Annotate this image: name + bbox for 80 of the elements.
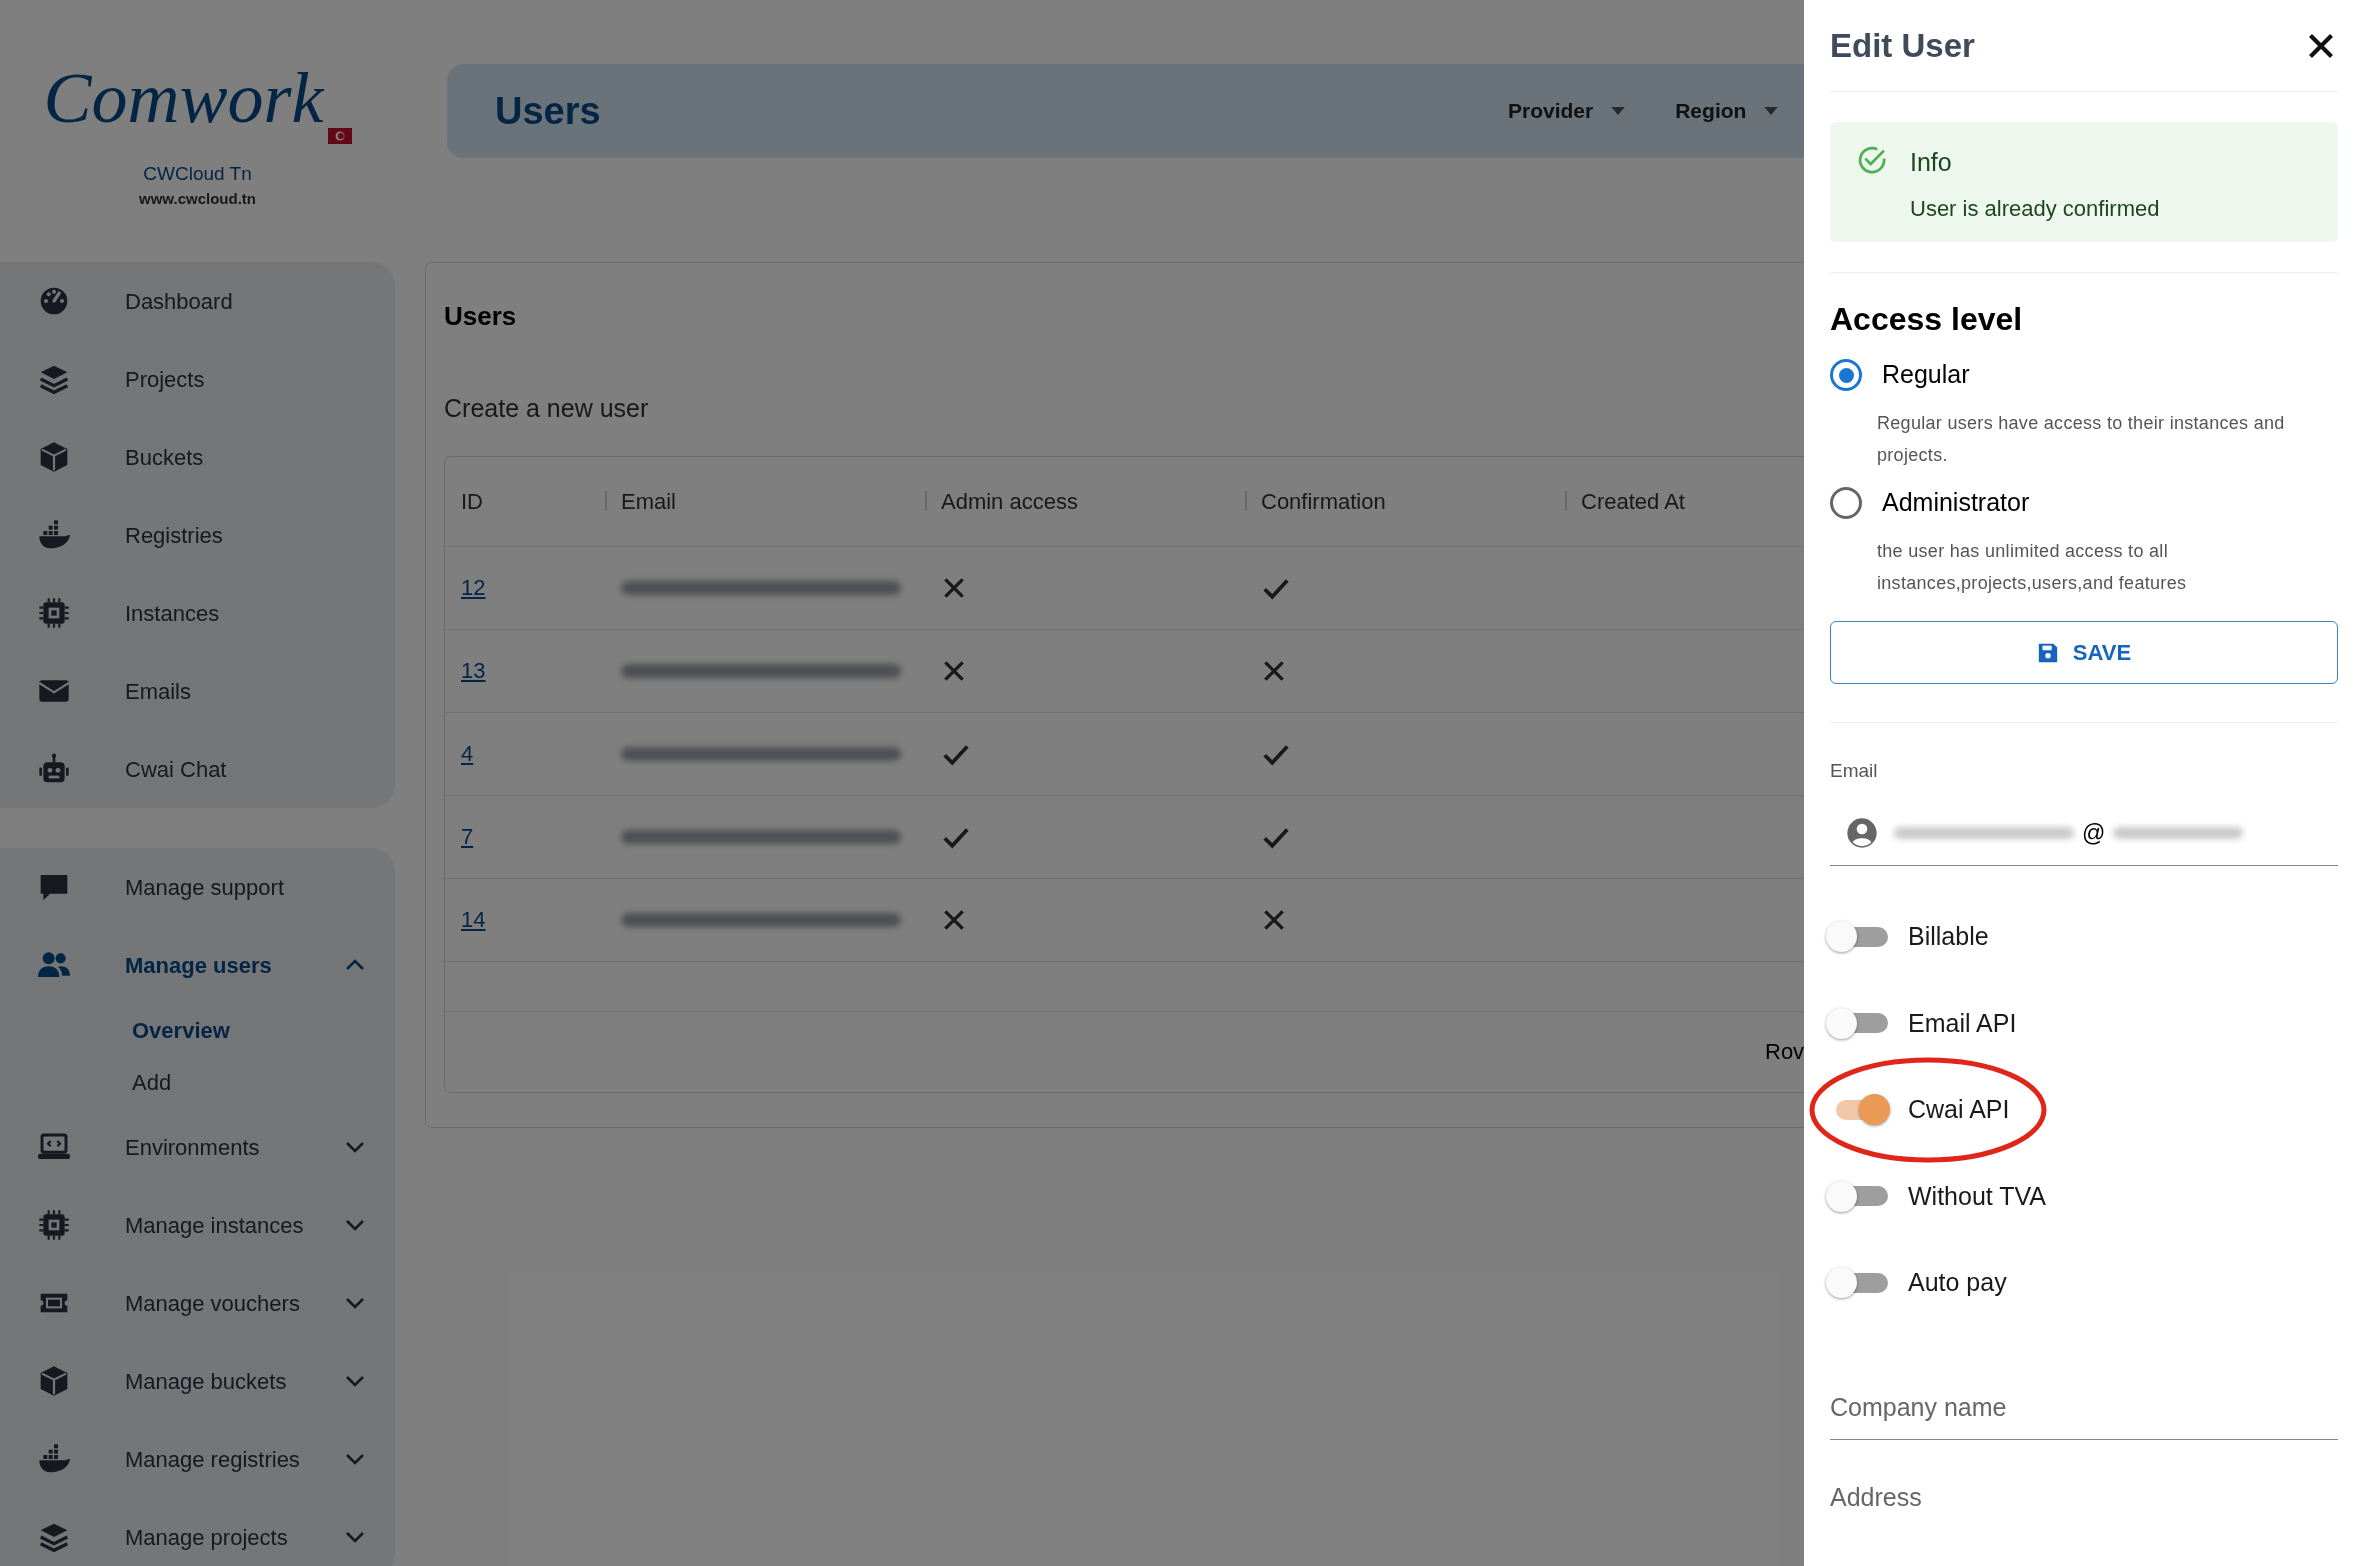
- drawer-title: Edit User: [1830, 25, 1975, 66]
- sidebar-item[interactable]: Cwai Chat: [0, 730, 395, 808]
- user-circle-icon: [1846, 817, 1878, 849]
- caret-down-icon: [1764, 106, 1779, 116]
- close-icon: [2307, 31, 2335, 60]
- page-title: Users: [495, 89, 601, 132]
- field-label: Email: [1830, 759, 1879, 783]
- column-header[interactable]: ID: [461, 484, 483, 518]
- sidebar-item[interactable]: Manage registries: [0, 1420, 395, 1498]
- company-name-field[interactable]: Company name: [1830, 1376, 2338, 1440]
- submenu-item[interactable]: Add: [0, 1056, 395, 1108]
- brand-url[interactable]: www.cwcloud.tn: [139, 188, 256, 211]
- chevron-down-icon: [345, 1219, 365, 1231]
- gauge-icon: [38, 285, 70, 317]
- layers-icon: [38, 363, 70, 395]
- column-header[interactable]: Email: [621, 484, 676, 518]
- filter-dropdown[interactable]: Provider: [1508, 95, 1626, 127]
- filter-dropdown[interactable]: Region: [1675, 95, 1779, 127]
- email-field[interactable]: @: [1830, 801, 2338, 866]
- robot-icon: [38, 753, 70, 785]
- check-circle-icon: [1856, 144, 1888, 176]
- sidebar-item[interactable]: Manage vouchers: [0, 1264, 395, 1342]
- sidebar-item[interactable]: Instances: [0, 574, 395, 652]
- column-header[interactable]: Admin access: [941, 484, 1078, 518]
- sidebar-item[interactable]: Manage users: [0, 926, 395, 1004]
- whale-icon: [38, 1443, 70, 1475]
- cube-icon: [38, 1365, 70, 1397]
- radio-button[interactable]: [1830, 487, 1862, 519]
- sidebar-item[interactable]: Manage support: [0, 848, 395, 926]
- user-id-link[interactable]: 13: [461, 658, 486, 683]
- save-button[interactable]: SAVE: [1830, 621, 2338, 684]
- pagination-label: Rov: [1765, 1038, 1805, 1066]
- layers-icon: [38, 1521, 70, 1553]
- email-value: @: [2082, 818, 2106, 848]
- chevron-down-icon: [345, 1141, 365, 1153]
- sidebar-item[interactable]: Manage projects: [0, 1498, 395, 1566]
- card-title: Users: [444, 300, 517, 333]
- caret-down-icon: [1611, 106, 1626, 116]
- option-description: Regular users have access to their instances and projects.: [1877, 412, 2286, 467]
- chevron-down-icon: [345, 1375, 365, 1387]
- user-id-link[interactable]: 4: [461, 741, 474, 766]
- alert-message: User is already confirmed: [1910, 194, 2160, 223]
- radio-label[interactable]: Administrator: [1882, 484, 2030, 522]
- sidebar-item[interactable]: Manage buckets: [0, 1342, 395, 1420]
- option-description: the user has unlimited access to all instances,projects,users,and features: [1877, 540, 2188, 595]
- alert-title: Info: [1910, 147, 1953, 178]
- sidebar-item[interactable]: Dashboard: [0, 262, 395, 340]
- create-user-link[interactable]: Create a new user: [444, 390, 649, 428]
- toggle-label[interactable]: Cwai API: [1908, 1091, 2010, 1129]
- user-id-link[interactable]: 14: [461, 907, 486, 932]
- chevron-down-icon: [345, 1453, 365, 1465]
- section-heading: Access level: [1830, 300, 2024, 339]
- sidebar-item[interactable]: Projects: [0, 340, 395, 418]
- radio-label[interactable]: Regular: [1882, 356, 1970, 394]
- sidebar-item[interactable]: Registries: [0, 496, 395, 574]
- address-field[interactable]: Address: [1830, 1480, 2338, 1516]
- flag-icon: [327, 127, 352, 144]
- chip-icon: [38, 1209, 70, 1241]
- toggle-label[interactable]: Billable: [1908, 918, 1989, 956]
- sidebar-item[interactable]: Emails: [0, 652, 395, 730]
- column-header[interactable]: Created At: [1581, 484, 1685, 518]
- chip-icon: [38, 597, 70, 629]
- radio-button[interactable]: [1830, 359, 1862, 391]
- toggle-label[interactable]: Auto pay: [1908, 1264, 2007, 1302]
- column-header[interactable]: Confirmation: [1261, 484, 1386, 518]
- toggle-label[interactable]: Email API: [1908, 1004, 2017, 1042]
- submenu-item[interactable]: Overview: [0, 1004, 395, 1056]
- sidebar-item[interactable]: Environments: [0, 1108, 395, 1186]
- user-id-link[interactable]: 7: [461, 824, 474, 849]
- sidebar-item[interactable]: Manage instances: [0, 1186, 395, 1264]
- toggle-label[interactable]: Without TVA: [1908, 1177, 2046, 1215]
- sidebar-item[interactable]: Buckets: [0, 418, 395, 496]
- user-id-link[interactable]: 12: [461, 575, 486, 600]
- logo-text: Comwork: [43, 61, 324, 134]
- chevron-down-icon: [345, 1297, 365, 1309]
- chevron-down-icon: [345, 1531, 365, 1543]
- cube-icon: [38, 441, 70, 473]
- brand-name: CWCloud Tn: [143, 161, 252, 186]
- whale-icon: [38, 519, 70, 551]
- chevron-up-icon: [345, 959, 365, 971]
